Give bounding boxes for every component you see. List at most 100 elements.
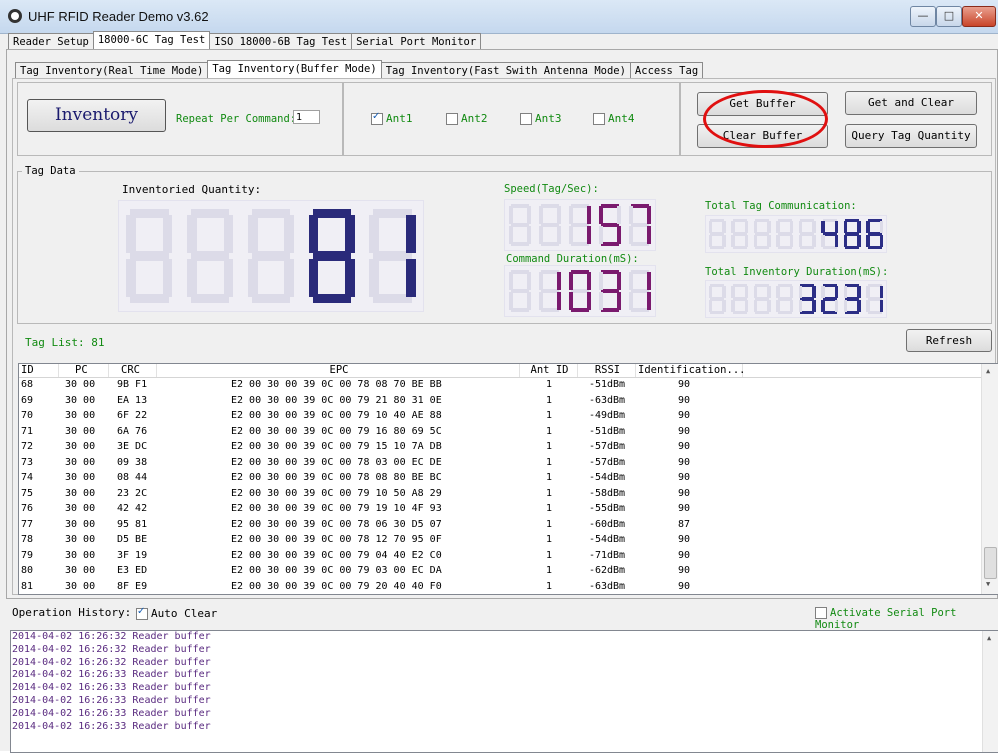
column-header-epc[interactable]: EPC [157, 364, 520, 377]
table-cell: 1 [545, 472, 553, 483]
ant3-checkbox[interactable]: Ant3 [520, 112, 562, 125]
scroll-up-arrow-icon[interactable]: ▲ [986, 367, 990, 375]
inventory-button[interactable]: Inventory [27, 99, 166, 132]
lcd-segment [753, 235, 758, 248]
lcd-segment [843, 220, 848, 233]
repeat-per-command-label: Repeat Per Command: [176, 113, 297, 125]
repeat-per-command-input[interactable]: 1 [293, 110, 320, 124]
column-header-id[interactable]: ID [19, 364, 59, 377]
table-cell: D5 BE [117, 534, 148, 545]
tab-serial-port-monitor[interactable]: Serial Port Monitor [351, 33, 482, 50]
table-cell: 68 [21, 379, 34, 390]
tab-reader-setup[interactable]: Reader Setup [8, 33, 94, 50]
table-cell: -63dBm [588, 394, 626, 406]
get-buffer-button[interactable]: Get Buffer [697, 92, 828, 116]
table-row[interactable]: 72 30 00 3E DC E2 00 30 00 39 0C 00 79 15 1… [19, 440, 998, 453]
lcd-segment [722, 220, 726, 233]
table-scrollbar[interactable]: ▲ ▼ [981, 364, 998, 594]
maximize-button[interactable]: □ [936, 6, 962, 27]
table-cell: 30 00 [65, 394, 96, 406]
lcd-digit [796, 281, 819, 317]
lcd-segment [879, 235, 884, 248]
refresh-button[interactable]: Refresh [906, 329, 992, 352]
lcd-segment [789, 285, 794, 298]
table-row[interactable]: 69 30 00 EA 13 E2 00 30 00 39 0C 00 79 21 8… [19, 394, 998, 407]
table-row[interactable]: 77 30 00 95 81 E2 00 30 00 39 0C 00 78 06 3… [19, 518, 998, 531]
get-and-clear-button[interactable]: Get and Clear [845, 91, 977, 115]
log-scrollbar[interactable]: ▲ [982, 631, 998, 752]
lcd-digit [706, 281, 729, 317]
lcd-segment [731, 220, 735, 233]
auto-clear-checkbox[interactable]: Auto Clear [136, 606, 217, 620]
table-row[interactable]: 75 30 00 23 2C E2 00 30 00 39 0C 00 79 10 5… [19, 487, 998, 500]
tag-list-table[interactable]: ID PC CRC EPC Ant ID RSSI Identification… [18, 363, 998, 595]
table-cell: 1 [545, 580, 553, 592]
column-header-pc[interactable]: PC [59, 364, 109, 377]
lcd-segment [789, 220, 794, 233]
inventoried-quantity-label: Inventoried Quantity: [122, 183, 262, 196]
table-cell: -58dBm [588, 487, 626, 499]
checkbox-icon [520, 113, 532, 125]
ant1-checkbox[interactable]: Ant1 [371, 111, 413, 125]
lcd-segment [187, 214, 197, 254]
close-button[interactable]: ✕ [962, 6, 996, 27]
table-cell: EA 13 [117, 394, 148, 406]
scroll-up-arrow-icon[interactable]: ▲ [987, 634, 991, 642]
lcd-segment [857, 220, 861, 233]
table-cell: -54dBm [588, 472, 626, 483]
table-row[interactable]: 78 30 00 D5 BE E2 00 30 00 39 0C 00 78 12 7… [19, 533, 998, 546]
ant2-checkbox[interactable]: Ant2 [446, 112, 488, 125]
subtab-access-tag[interactable]: Access Tag [629, 62, 704, 79]
column-header-crc[interactable]: CRC [109, 364, 157, 377]
table-cell: 81 [21, 580, 34, 592]
scroll-down-arrow-icon[interactable]: ▼ [986, 580, 990, 588]
table-row[interactable]: 81 30 00 8F E9 E2 00 30 00 39 0C 00 79 20 4… [19, 580, 998, 593]
lcd-segment [708, 300, 713, 313]
ant4-checkbox[interactable]: Ant4 [593, 112, 635, 125]
lcd-segment [223, 214, 234, 254]
tab-iso-18000-6b[interactable]: ISO 18000-6B Tag Test [209, 33, 353, 50]
clear-buffer-button[interactable]: Clear Buffer [697, 124, 828, 148]
table-row[interactable]: 73 30 00 09 38 E2 00 30 00 39 0C 00 78 03 0… [19, 456, 998, 469]
log-line: 2014-04-02 16:26:32 Reader buffer [12, 656, 211, 668]
lcd-segment [879, 285, 884, 298]
activate-serial-monitor-checkbox[interactable]: Activate Serial Port Monitor [815, 607, 998, 631]
subtab-fast-switch[interactable]: Tag Inventory(Fast Swith Antenna Mode) [380, 62, 631, 79]
lcd-segment [879, 220, 884, 233]
lcd-digit [774, 216, 797, 252]
lcd-segment [744, 285, 749, 298]
table-row[interactable]: 68 30 00 9B F1 E2 00 30 00 39 0C 00 78 08 7… [19, 378, 998, 391]
subtab-real-time[interactable]: Tag Inventory(Real Time Mode) [15, 62, 209, 79]
lcd-segment [866, 220, 870, 233]
query-tag-quantity-button[interactable]: Query Tag Quantity [845, 124, 977, 148]
table-row[interactable]: 71 30 00 6A 76 E2 00 30 00 39 0C 00 79 16 8… [19, 425, 998, 438]
log-line: 2014-04-02 16:26:33 Reader buffer [12, 669, 211, 681]
column-header-rssi[interactable]: RSSI [578, 364, 636, 377]
table-row[interactable]: 79 30 00 3F 19 E2 00 30 00 39 0C 00 79 04 4… [19, 549, 998, 562]
lcd-segment [247, 214, 258, 254]
table-row[interactable]: 74 30 00 08 44 E2 00 30 00 39 0C 00 78 08 8… [19, 471, 998, 484]
lcd-segment [812, 285, 816, 298]
lcd-segment [776, 300, 780, 313]
tab-18000-6c[interactable]: 18000-6C Tag Test [92, 31, 211, 50]
lcd-segment [568, 272, 574, 290]
table-row[interactable]: 80 30 00 E3 ED E2 00 30 00 39 0C 00 79 03 0… [19, 564, 998, 577]
lcd-segment [821, 235, 825, 248]
column-header-ant-id[interactable]: Ant ID [520, 364, 578, 377]
column-header-identification[interactable]: Identification... [636, 364, 745, 377]
table-cell: 1 [545, 518, 553, 530]
table-row[interactable]: 76 30 00 42 42 E2 00 30 00 39 0C 00 79 19 1… [19, 502, 998, 515]
lcd-segment [866, 235, 870, 248]
lcd-segment [308, 214, 319, 254]
lcd-segment [776, 285, 780, 298]
table-row[interactable]: 70 30 00 6F 22 E2 00 30 00 39 0C 00 79 10 4… [19, 409, 998, 422]
subtab-buffer-mode[interactable]: Tag Inventory(Buffer Mode) [207, 60, 382, 79]
operation-history-log[interactable]: 2014-04-02 16:26:32 Reader buffer 2014-04… [10, 630, 998, 753]
minimize-button[interactable]: — [910, 6, 936, 27]
scroll-thumb[interactable] [984, 547, 997, 579]
log-line: 2014-04-02 16:26:33 Reader buffer [12, 694, 211, 706]
lcd-segment [731, 235, 735, 248]
table-cell: 90 [678, 472, 691, 483]
table-cell: 8F E9 [117, 580, 148, 592]
tag-data-label: Tag Data [22, 165, 79, 177]
